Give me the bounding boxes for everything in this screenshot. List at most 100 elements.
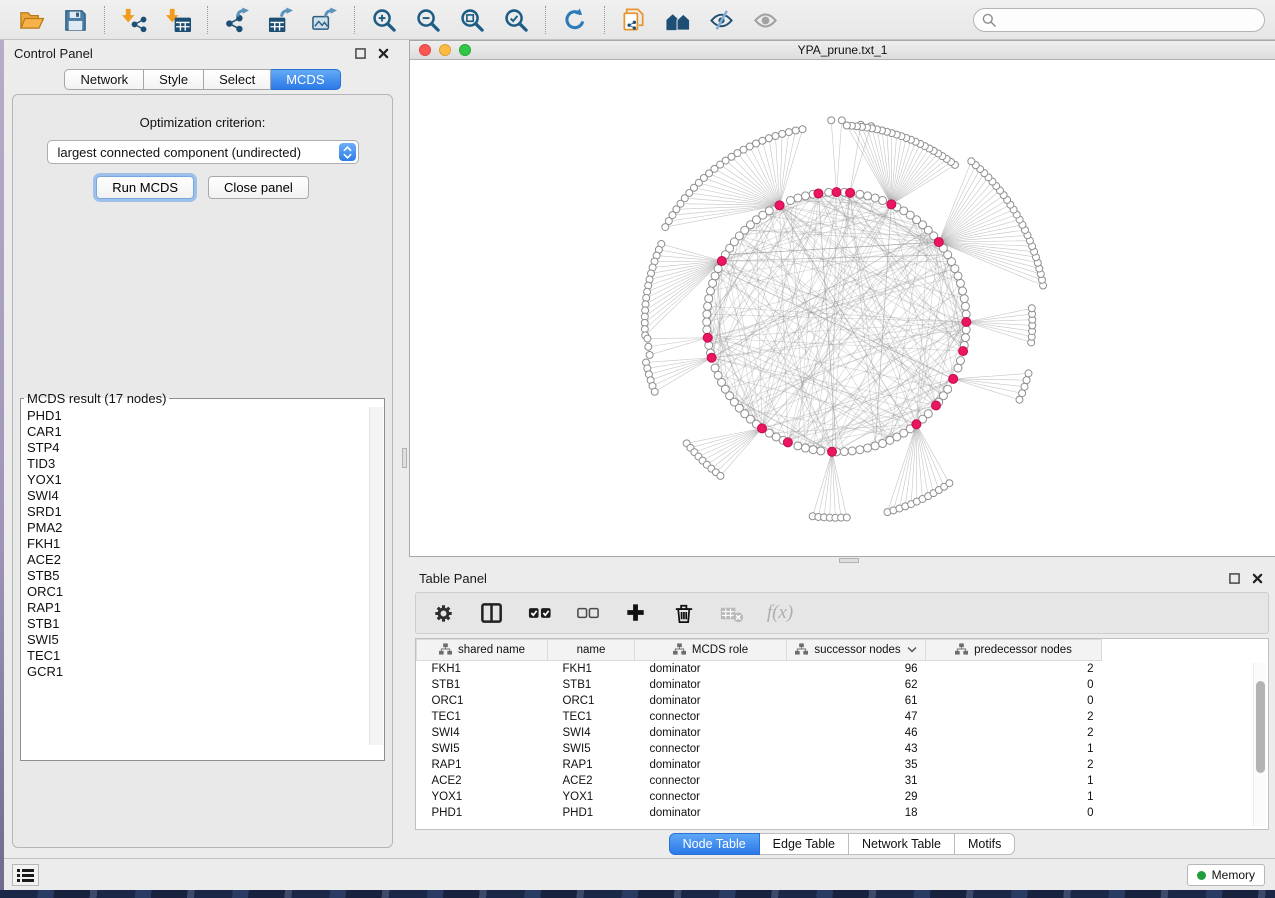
column-header-shared-name[interactable]: shared name	[417, 640, 548, 661]
add-column-icon[interactable]	[622, 599, 650, 627]
status-bar: Memory	[0, 858, 1275, 890]
import-network-icon[interactable]	[119, 5, 149, 35]
export-network-icon[interactable]	[222, 5, 252, 35]
import-table-icon[interactable]	[163, 5, 193, 35]
mcds-tab-content: Optimization criterion: largest connecte…	[12, 94, 393, 848]
tab-mcds[interactable]: MCDS	[271, 69, 340, 90]
table-row[interactable]: YOX1YOX1connector291	[417, 789, 1102, 805]
dropdown-stepper-icon	[339, 143, 356, 161]
table-scrollbar[interactable]	[1253, 663, 1266, 826]
mcds-result-item[interactable]: ORC1	[27, 584, 384, 600]
table-row[interactable]: PHD1PHD1dominator180	[417, 805, 1102, 821]
table-row[interactable]: ACE2ACE2connector311	[417, 773, 1102, 789]
mcds-result-item[interactable]: FKH1	[27, 536, 384, 552]
network-canvas[interactable]	[410, 60, 1275, 556]
list-icon	[17, 868, 34, 882]
zoom-out-icon[interactable]	[413, 5, 443, 35]
memory-button[interactable]: Memory	[1187, 864, 1265, 886]
task-history-button[interactable]	[12, 864, 39, 886]
save-session-icon[interactable]	[60, 5, 90, 35]
export-table-icon[interactable]	[266, 5, 296, 35]
refresh-icon[interactable]	[560, 5, 590, 35]
open-file-icon[interactable]	[16, 5, 46, 35]
float-table-panel-icon[interactable]	[1227, 571, 1242, 586]
mcds-result-item[interactable]: SRD1	[27, 504, 384, 520]
mcds-result-item[interactable]: STP4	[27, 440, 384, 456]
double-house-icon[interactable]	[663, 5, 693, 35]
run-mcds-button[interactable]: Run MCDS	[96, 176, 194, 199]
tab-network[interactable]: Network	[64, 69, 144, 90]
close-panel-button[interactable]: Close panel	[208, 176, 309, 199]
zoom-fit-icon[interactable]	[457, 5, 487, 35]
tab-select[interactable]: Select	[204, 69, 271, 90]
maximize-window-icon[interactable]	[459, 44, 471, 56]
minimize-window-icon[interactable]	[439, 44, 451, 56]
tab-network-table[interactable]: Network Table	[849, 833, 955, 855]
network-file-icon[interactable]	[619, 5, 649, 35]
close-table-panel-icon[interactable]	[1250, 571, 1265, 586]
horizontal-splitter[interactable]	[409, 557, 1275, 565]
mcds-result-item[interactable]: TEC1	[27, 648, 384, 664]
table-row[interactable]: TEC1TEC1connector472	[417, 709, 1102, 725]
cell-name: STB1	[548, 677, 635, 693]
table-row[interactable]: FKH1FKH1dominator962	[417, 661, 1102, 677]
zoom-in-icon[interactable]	[369, 5, 399, 35]
table-row[interactable]: SWI4SWI4dominator462	[417, 725, 1102, 741]
select-all-rows-icon[interactable]	[526, 599, 554, 627]
cell-role: connector	[635, 773, 787, 789]
column-header-mcds-role[interactable]: MCDS role	[635, 640, 787, 661]
mcds-result-item[interactable]: ACE2	[27, 552, 384, 568]
column-header-name[interactable]: name	[548, 640, 635, 661]
cell-predecessors: 2	[926, 661, 1102, 677]
mcds-result-item[interactable]: STB1	[27, 616, 384, 632]
zoom-selected-icon[interactable]	[501, 5, 531, 35]
mcds-result-item[interactable]: GCR1	[27, 664, 384, 680]
table-row[interactable]: RAP1RAP1dominator352	[417, 757, 1102, 773]
graph-satellite-nodes	[641, 117, 1046, 521]
cell-role: dominator	[635, 693, 787, 709]
mcds-result-item[interactable]: TID3	[27, 456, 384, 472]
show-columns-icon[interactable]	[478, 599, 506, 627]
column-header-predecessor-nodes[interactable]: predecessor nodes	[926, 640, 1102, 661]
show-all-icon	[751, 5, 781, 35]
table-row[interactable]: ORC1ORC1dominator610	[417, 693, 1102, 709]
cell-predecessors: 1	[926, 741, 1102, 757]
toolbar-group-6	[613, 5, 787, 35]
mcds-result-scrollbar[interactable]	[369, 407, 383, 745]
tab-motifs[interactable]: Motifs	[955, 833, 1015, 855]
float-panel-icon[interactable]	[353, 46, 368, 61]
mcds-result-item[interactable]: PHD1	[27, 408, 384, 424]
tab-style[interactable]: Style	[144, 69, 204, 90]
cell-shared_name: PHD1	[417, 805, 548, 821]
table-scrollbar-thumb[interactable]	[1256, 681, 1265, 773]
tab-node-table[interactable]: Node Table	[669, 833, 760, 855]
cell-role: dominator	[635, 805, 787, 821]
tab-edge-table[interactable]: Edge Table	[760, 833, 849, 855]
criterion-dropdown[interactable]: largest connected component (undirected)	[47, 140, 359, 164]
mcds-result-item[interactable]: PMA2	[27, 520, 384, 536]
search-input[interactable]	[973, 8, 1265, 32]
table-row[interactable]: SWI5SWI5connector431	[417, 741, 1102, 757]
hide-selected-icon[interactable]	[707, 5, 737, 35]
delete-column-icon[interactable]	[670, 599, 698, 627]
mcds-result-item[interactable]: STB5	[27, 568, 384, 584]
network-graph[interactable]	[410, 60, 1275, 556]
close-panel-icon[interactable]	[376, 46, 391, 61]
column-header-successor-nodes[interactable]: successor nodes	[787, 640, 926, 661]
vertical-splitter[interactable]	[401, 40, 409, 858]
vertical-splitter-handle[interactable]	[402, 448, 407, 468]
export-image-icon[interactable]	[310, 5, 340, 35]
deselect-all-rows-icon[interactable]	[574, 599, 602, 627]
mcds-result-item[interactable]: YOX1	[27, 472, 384, 488]
horizontal-splitter-handle[interactable]	[839, 558, 859, 563]
cell-shared_name: ORC1	[417, 693, 548, 709]
mcds-result-item[interactable]: SWI5	[27, 632, 384, 648]
mcds-result-item[interactable]: RAP1	[27, 600, 384, 616]
memory-label: Memory	[1212, 868, 1255, 882]
mcds-result-item[interactable]: CAR1	[27, 424, 384, 440]
table-row[interactable]: STB1STB1dominator620	[417, 677, 1102, 693]
table-settings-icon[interactable]	[430, 599, 458, 627]
mcds-result-item[interactable]: SWI4	[27, 488, 384, 504]
close-window-icon[interactable]	[419, 44, 431, 56]
desktop-wallpaper-edge	[0, 40, 4, 890]
